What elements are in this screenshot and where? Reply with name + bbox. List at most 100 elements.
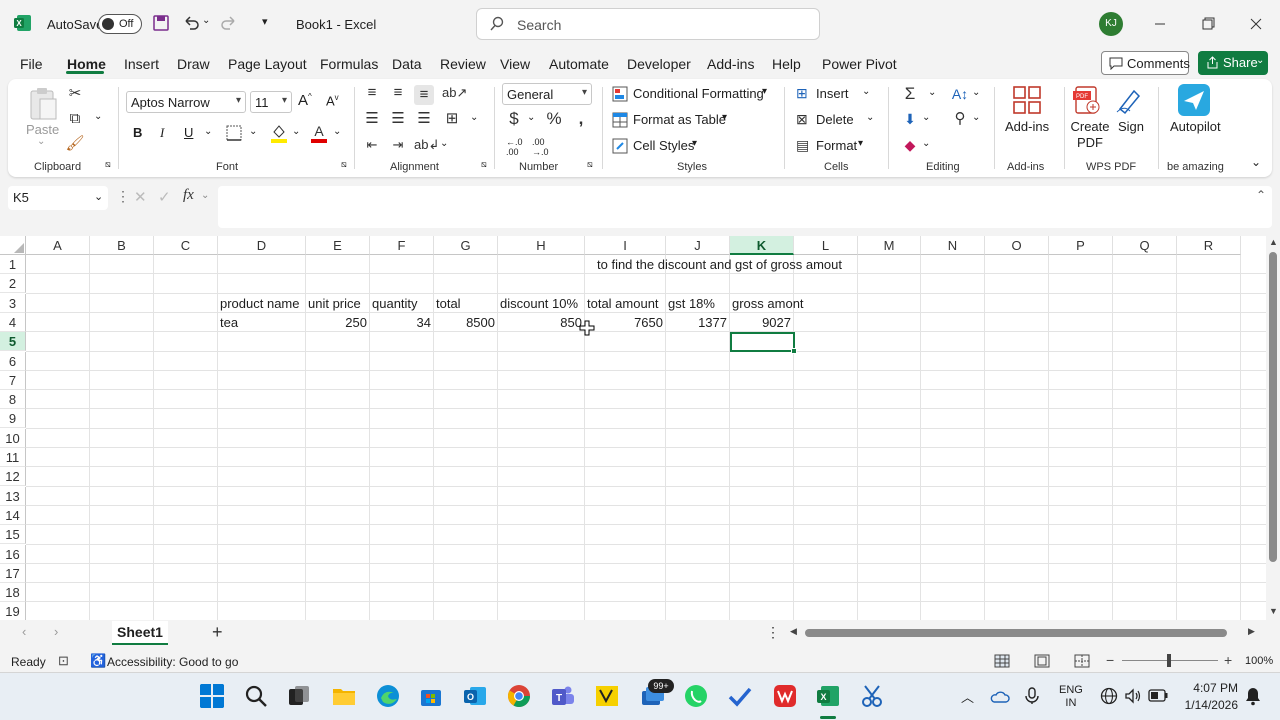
scroll-down-icon[interactable]: ▼ <box>1269 606 1278 616</box>
cell-g3[interactable]: total <box>436 294 461 313</box>
format-painter-icon[interactable]: 🖌 <box>65 134 85 154</box>
microphone-icon[interactable] <box>1024 687 1040 705</box>
row-header-1[interactable]: 1 <box>0 255 26 274</box>
paste-label[interactable]: Paste <box>26 122 59 137</box>
font-color-icon[interactable]: A <box>310 123 328 143</box>
column-header-c[interactable]: C <box>154 236 218 255</box>
copy-dropdown-icon[interactable]: ⌄ <box>94 111 102 122</box>
next-sheet-icon[interactable]: › <box>54 624 58 639</box>
tab-page-layout[interactable]: Page Layout <box>228 56 307 72</box>
underline-dropdown-icon[interactable]: ⌄ <box>204 126 212 137</box>
row-header-3[interactable]: 3 <box>0 293 26 313</box>
minimize-icon[interactable] <box>1150 14 1170 34</box>
normal-view-icon[interactable] <box>994 654 1010 668</box>
row-header-5[interactable]: 5 <box>0 332 26 352</box>
row-header-8[interactable]: 8 <box>0 390 26 410</box>
cell-h3[interactable]: discount 10% <box>500 294 578 313</box>
font-name-select[interactable]: Aptos Narrow ▾ <box>126 91 246 113</box>
chrome-icon[interactable] <box>506 683 532 709</box>
row-header-4[interactable]: 4 <box>0 312 26 332</box>
create-pdf-icon[interactable]: PDF <box>1072 85 1102 115</box>
insert-function-icon[interactable]: fx <box>183 187 194 204</box>
cell-k3[interactable]: gross amont <box>732 294 804 313</box>
fill-handle[interactable] <box>791 348 797 354</box>
row-header-7[interactable]: 7 <box>0 370 26 390</box>
language-indicator[interactable]: ENG IN <box>1059 684 1083 710</box>
format-as-table-button[interactable]: Format as Table ▾ <box>612 111 732 131</box>
tab-data[interactable]: Data <box>392 56 422 72</box>
zoom-in-icon[interactable]: + <box>1224 652 1232 668</box>
clock-date[interactable]: 1/14/2026 <box>1176 698 1238 712</box>
sign-label[interactable]: Sign <box>1118 119 1144 134</box>
tab-automate[interactable]: Automate <box>549 56 609 72</box>
italic-icon[interactable]: I <box>160 125 164 141</box>
show-hidden-icons-icon[interactable]: ︿ <box>961 687 974 706</box>
column-header-o[interactable]: O <box>985 236 1049 255</box>
outlook-icon[interactable]: O <box>462 683 488 709</box>
column-header-i[interactable]: I <box>585 236 666 255</box>
merge-dropdown-icon[interactable]: ⌄ <box>470 112 478 123</box>
number-format-select[interactable]: General ▾ <box>502 83 592 105</box>
zoom-slider-thumb[interactable] <box>1167 654 1171 667</box>
tab-developer[interactable]: Developer <box>627 56 691 72</box>
sheet-options-icon[interactable]: ⋮ <box>766 624 780 641</box>
row-header-10[interactable]: 10 <box>0 428 26 448</box>
add-ins-icon[interactable] <box>1012 85 1042 115</box>
align-top-icon[interactable]: ≡ <box>362 83 382 103</box>
undo-icon[interactable] <box>182 14 200 32</box>
cell-k4[interactable]: 9027 <box>730 313 791 332</box>
create-pdf-label[interactable]: Create PDF <box>1070 119 1110 151</box>
tab-insert[interactable]: Insert <box>124 56 159 72</box>
tab-review[interactable]: Review <box>440 56 486 72</box>
align-right-icon[interactable]: ☰ <box>414 109 434 129</box>
notifications-icon[interactable] <box>1244 686 1262 706</box>
row-header-13[interactable]: 13 <box>0 486 26 506</box>
tab-view[interactable]: View <box>500 56 530 72</box>
cell-i4[interactable]: 7650 <box>585 313 663 332</box>
scroll-left-icon[interactable]: ◀ <box>790 626 797 637</box>
clear-icon[interactable]: ◆ <box>900 135 920 155</box>
vertical-scrollbar[interactable]: ▲ ▼ <box>1266 236 1280 620</box>
zoom-out-icon[interactable]: − <box>1106 652 1114 668</box>
battery-icon[interactable] <box>1148 689 1168 702</box>
sort-filter-icon[interactable]: A↕ <box>950 84 970 104</box>
sheet-tab-sheet1[interactable]: Sheet1 <box>112 621 168 645</box>
align-middle-icon[interactable]: ≡ <box>388 83 408 103</box>
confirm-entry-icon[interactable]: ✓ <box>158 188 171 206</box>
column-header-l[interactable]: L <box>794 236 858 255</box>
column-header-b[interactable]: B <box>90 236 154 255</box>
fill-dropdown-icon[interactable]: ⌄ <box>922 112 930 123</box>
zoom-level[interactable]: 100% <box>1245 655 1273 667</box>
tab-add-ins[interactable]: Add-ins <box>707 56 754 72</box>
comma-style-icon[interactable]: , <box>571 109 591 129</box>
borders-dropdown-icon[interactable]: ⌄ <box>249 126 257 137</box>
autosave-toggle[interactable]: Off <box>98 14 142 34</box>
clipboard-launcher-icon[interactable]: ⧅ <box>105 159 111 170</box>
cell-d4[interactable]: tea <box>220 313 238 332</box>
increase-indent-icon[interactable]: ⇥ <box>388 135 408 155</box>
accessibility-status[interactable]: Accessibility: Good to go <box>107 655 238 669</box>
volume-icon[interactable] <box>1124 687 1142 705</box>
customize-qat-icon[interactable]: ▾ <box>262 15 268 28</box>
redo-icon[interactable] <box>220 14 238 32</box>
cell-g4[interactable]: 8500 <box>434 313 495 332</box>
active-cell[interactable] <box>730 332 797 354</box>
row-header-17[interactable]: 17 <box>0 563 26 583</box>
collapse-ribbon-icon[interactable]: ⌄ <box>1251 155 1261 169</box>
format-cells-button[interactable]: ▤ Format ▾ <box>796 137 872 157</box>
scroll-up-icon[interactable]: ▲ <box>1269 237 1278 247</box>
autopilot-icon[interactable] <box>1178 84 1210 116</box>
whatsapp-icon[interactable] <box>683 683 709 709</box>
cell-f4[interactable]: 34 <box>370 313 431 332</box>
comments-button[interactable]: Comments <box>1101 51 1190 75</box>
cell-i3[interactable]: total amount <box>587 294 659 313</box>
align-bottom-icon[interactable]: ≡ <box>414 85 434 105</box>
autosum-icon[interactable]: Σ <box>900 84 920 104</box>
close-icon[interactable] <box>1246 14 1266 34</box>
cancel-entry-icon[interactable]: ✕ <box>134 188 147 206</box>
column-header-n[interactable]: N <box>921 236 985 255</box>
insert-cells-button[interactable]: ⊞ Insert ⌄ <box>796 85 876 105</box>
cell-j4[interactable]: 1377 <box>666 313 727 332</box>
increase-font-icon[interactable]: A^ <box>298 92 312 109</box>
sort-filter-dropdown-icon[interactable]: ⌄ <box>972 87 980 98</box>
